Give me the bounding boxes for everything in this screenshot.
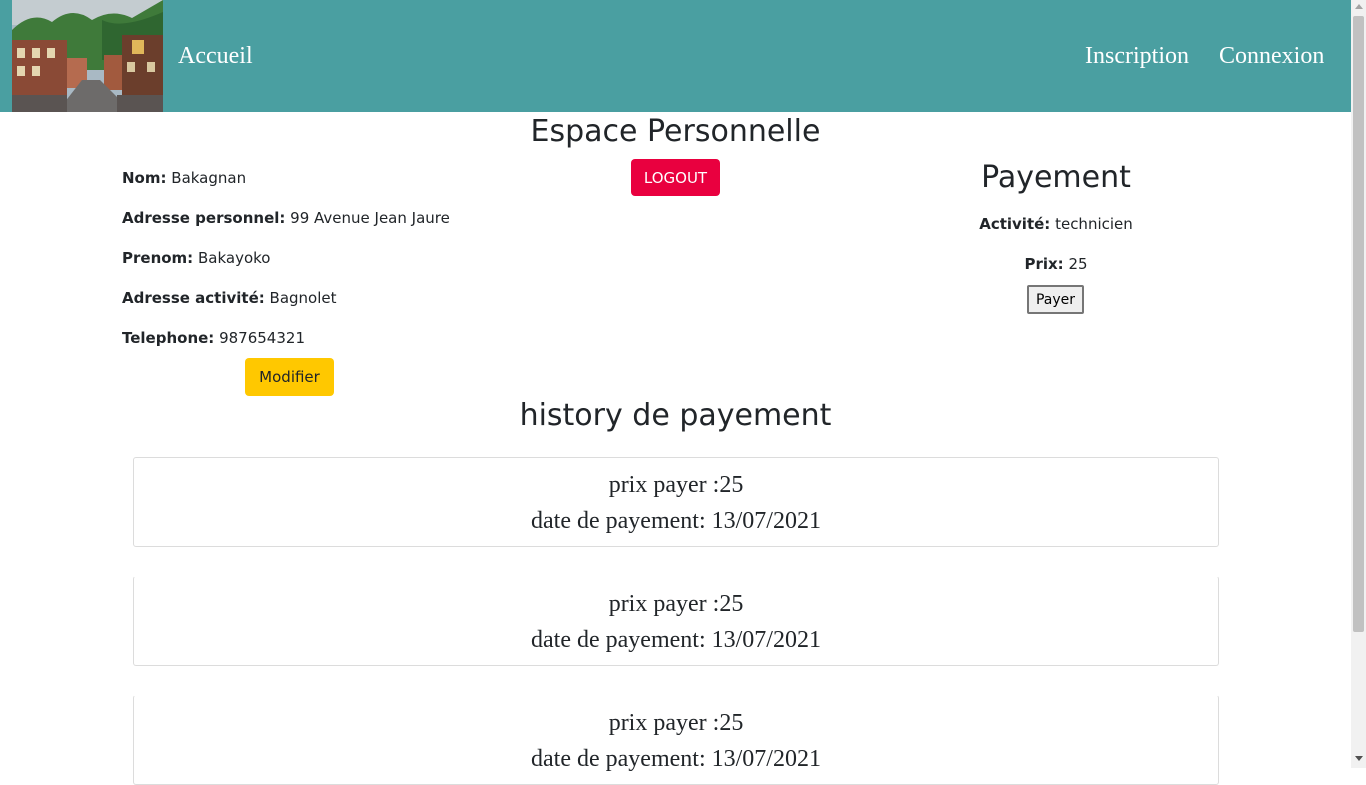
payment-prix-value: 25 [1068,255,1088,273]
modifier-button[interactable]: Modifier [245,358,334,396]
payment-activite-value: technicien [1055,215,1133,233]
nav-link-connexion[interactable]: Connexion [1219,40,1324,72]
payment-activite: Activité: technicien [906,214,1206,234]
profile-prenom-label: Prenom: [122,249,194,267]
profile-adresse-activite-label: Adresse activité: [122,289,265,307]
payment-activite-label: Activité: [979,215,1051,233]
profile-adresse-personnel: Adresse personnel: 99 Avenue Jean Jaure [122,208,450,228]
history-prix: prix payer :25 [608,591,744,617]
page-title: Espace Personnelle [530,114,821,149]
payment-title: Payement [981,160,1131,195]
vertical-scrollbar[interactable] [1351,0,1366,768]
profile-prenom: Prenom: Bakayoko [122,248,270,268]
profile-nom-label: Nom: [122,169,167,187]
history-date: date de payement: 13/07/2021 [531,627,821,653]
payer-button[interactable]: Payer [1027,285,1084,314]
profile-prenom-value: Bakayoko [197,249,271,267]
scrollbar-thumb[interactable] [1353,16,1364,632]
navbar: Accueil Inscription Connexion [0,0,1351,112]
history-card: prix payer :25 date de payement: 13/07/2… [133,576,1219,666]
payment-prix: Prix: 25 [906,254,1206,274]
profile-nom-value: Bakagnan [171,169,247,187]
history-card: prix payer :25 date de payement: 13/07/2… [133,457,1219,547]
history-title: history de payement [519,398,832,433]
logout-button[interactable]: LOGOUT [631,159,720,196]
history-prix: prix payer :25 [608,710,744,736]
profile-nom: Nom: Bakagnan [122,168,246,188]
history-card: prix payer :25 date de payement: 13/07/2… [133,695,1219,785]
payment-prix-label: Prix: [1024,255,1064,273]
nav-link-accueil[interactable]: Accueil [178,40,253,72]
profile-adresse-personnel-value: 99 Avenue Jean Jaure [290,209,450,227]
town-street-logo[interactable] [12,0,163,112]
profile-adresse-personnel-label: Adresse personnel: [122,209,286,227]
history-date: date de payement: 13/07/2021 [531,746,821,772]
scroll-down-arrow-icon[interactable] [1355,756,1363,761]
history-prix: prix payer :25 [608,472,744,498]
profile-telephone: Telephone: 987654321 [122,328,305,348]
profile-adresse-activite: Adresse activité: Bagnolet [122,288,337,308]
profile-telephone-value: 987654321 [219,329,305,347]
nav-link-inscription[interactable]: Inscription [1085,40,1189,72]
profile-adresse-activite-value: Bagnolet [269,289,337,307]
profile-telephone-label: Telephone: [122,329,215,347]
history-date: date de payement: 13/07/2021 [531,508,821,534]
scroll-up-arrow-icon[interactable] [1355,4,1363,9]
